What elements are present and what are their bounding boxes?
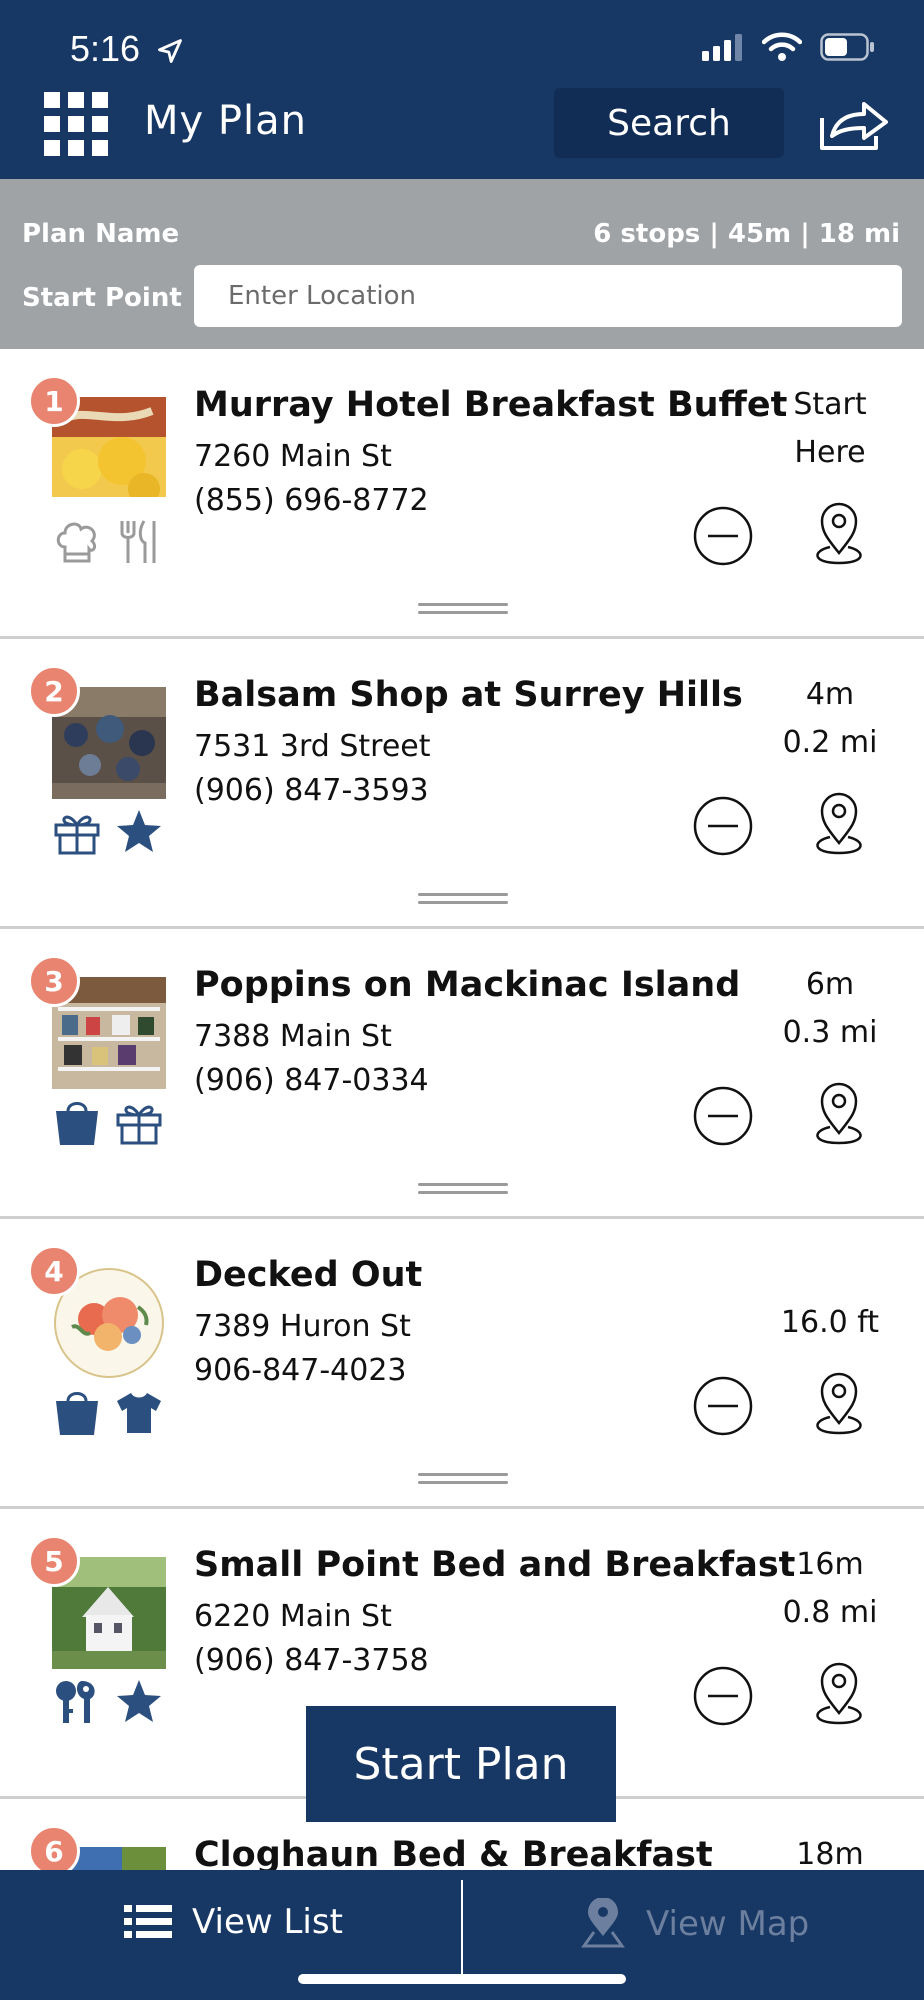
stop-address: 7389 Huron St [194, 1309, 411, 1344]
view-list-label: View List [192, 1902, 343, 1942]
wifi-icon [762, 32, 802, 61]
stop-phone[interactable]: (906) 847-3758 [194, 1643, 429, 1678]
gift-icon [54, 815, 100, 855]
stop-name[interactable]: Poppins on Mackinac Island [194, 965, 740, 1005]
star-icon [117, 1680, 161, 1722]
start-point-label: Start Point [22, 283, 182, 313]
view-list-tab[interactable]: View List [124, 1902, 343, 1942]
map-pin-icon[interactable] [806, 1079, 872, 1149]
menu-grid-button[interactable] [44, 92, 108, 156]
stop-card[interactable]: 4 Decked Out 7389 Huron St 906-847-4023 … [0, 1219, 924, 1509]
tab-divider [461, 1880, 463, 1980]
plan-bar: Plan Name 6 stops | 45m | 18 mi Start Po… [0, 179, 924, 349]
status-time-text: 5:16 [70, 28, 141, 69]
stop-phone[interactable]: (855) 696-8772 [194, 483, 429, 518]
drag-handle[interactable] [418, 603, 508, 615]
stop-name[interactable]: Cloghaun Bed & Breakfast [194, 1835, 713, 1875]
chef-hat-icon [56, 522, 96, 563]
start-location-input[interactable] [194, 265, 902, 327]
stop-address: 7388 Main St [194, 1019, 392, 1054]
stop-address: 6220 Main St [194, 1599, 392, 1634]
remove-stop-icon[interactable] [692, 1085, 754, 1147]
stop-number-badge: 2 [28, 665, 80, 717]
share-icon[interactable] [818, 96, 890, 152]
tshirt-icon [117, 1393, 161, 1433]
view-map-label: View Map [646, 1904, 810, 1944]
stop-distance: 0.3 mi [782, 1015, 878, 1050]
stop-phone[interactable]: 906-847-4023 [194, 1353, 407, 1388]
stop-card[interactable]: 1 Murray Hotel Breakfast Buffet 7260 Mai… [0, 349, 924, 639]
remove-stop-icon[interactable] [692, 1665, 754, 1727]
map-pin-icon[interactable] [806, 789, 872, 859]
remove-stop-icon[interactable] [692, 795, 754, 857]
stop-name[interactable]: Balsam Shop at Surrey Hills [194, 675, 743, 715]
start-plan-button[interactable]: Start Plan [306, 1706, 616, 1822]
map-pin-icon[interactable] [806, 1659, 872, 1729]
plan-name-label[interactable]: Plan Name [22, 219, 179, 249]
home-indicator [298, 1974, 626, 1984]
map-pin-icon[interactable] [806, 499, 872, 569]
drag-handle[interactable] [418, 1183, 508, 1195]
keys-icon [56, 1681, 95, 1723]
location-arrow-icon [158, 39, 182, 64]
stop-address: 7531 3rd Street [194, 729, 431, 764]
stop-distance: 0.8 mi [782, 1595, 878, 1630]
stop-card[interactable]: 2 Balsam Shop at Surrey Hills 7531 3rd S… [0, 639, 924, 929]
stop-distance: 0.2 mi [782, 725, 878, 760]
search-button[interactable]: Search [554, 88, 784, 158]
category-icons [52, 517, 164, 567]
app-header: 5:16 My Plan Search [0, 0, 924, 179]
category-icons [52, 1677, 164, 1727]
drag-handle[interactable] [418, 893, 508, 905]
stop-number-badge: 4 [28, 1245, 80, 1297]
stop-card[interactable]: 3 Poppins on Mackinac Island 7388 Main S… [0, 929, 924, 1219]
view-map-tab[interactable]: View Map [580, 1898, 809, 1950]
stop-distance: 16.0 ft [780, 1305, 880, 1340]
stop-phone[interactable]: (906) 847-0334 [194, 1063, 429, 1098]
page-title: My Plan [144, 98, 307, 144]
plan-stats: 6 stops | 45m | 18 mi [593, 219, 900, 249]
stop-number-badge: 5 [28, 1535, 80, 1587]
battery-icon [820, 33, 874, 61]
star-icon [117, 810, 161, 852]
stop-number-badge: 3 [28, 955, 80, 1007]
category-icons [52, 807, 164, 857]
signal-icon [702, 34, 742, 61]
shopping-bag-icon [56, 1392, 98, 1435]
stop-name[interactable]: Decked Out [194, 1255, 422, 1295]
bottom-tab-bar: View List View Map [0, 1870, 924, 2000]
status-time: 5:16 [70, 28, 184, 70]
stop-time: Start [793, 387, 867, 422]
shopping-bag-icon [56, 1102, 98, 1145]
stop-time: 18m [796, 1837, 864, 1872]
utensils-icon [120, 520, 156, 563]
category-icons [52, 1387, 164, 1437]
stop-phone[interactable]: (906) 847-3593 [194, 773, 429, 808]
stop-address: 7260 Main St [194, 439, 392, 474]
status-icons [702, 32, 876, 62]
stop-distance: Here [794, 435, 866, 470]
remove-stop-icon[interactable] [692, 1375, 754, 1437]
stop-number-badge: 1 [28, 375, 80, 427]
stop-time: 16m [796, 1547, 864, 1582]
gift-icon [116, 1105, 162, 1145]
stop-name[interactable]: Murray Hotel Breakfast Buffet [194, 385, 787, 425]
stop-time: 6m [805, 967, 855, 1002]
drag-handle[interactable] [418, 1473, 508, 1485]
list-icon [124, 1905, 172, 1938]
remove-stop-icon[interactable] [692, 505, 754, 567]
stop-time: 4m [805, 677, 855, 712]
map-pin-icon[interactable] [806, 1369, 872, 1439]
stop-name[interactable]: Small Point Bed and Breakfast [194, 1545, 795, 1585]
category-icons [52, 1097, 164, 1147]
map-pin-icon [581, 1898, 625, 1948]
